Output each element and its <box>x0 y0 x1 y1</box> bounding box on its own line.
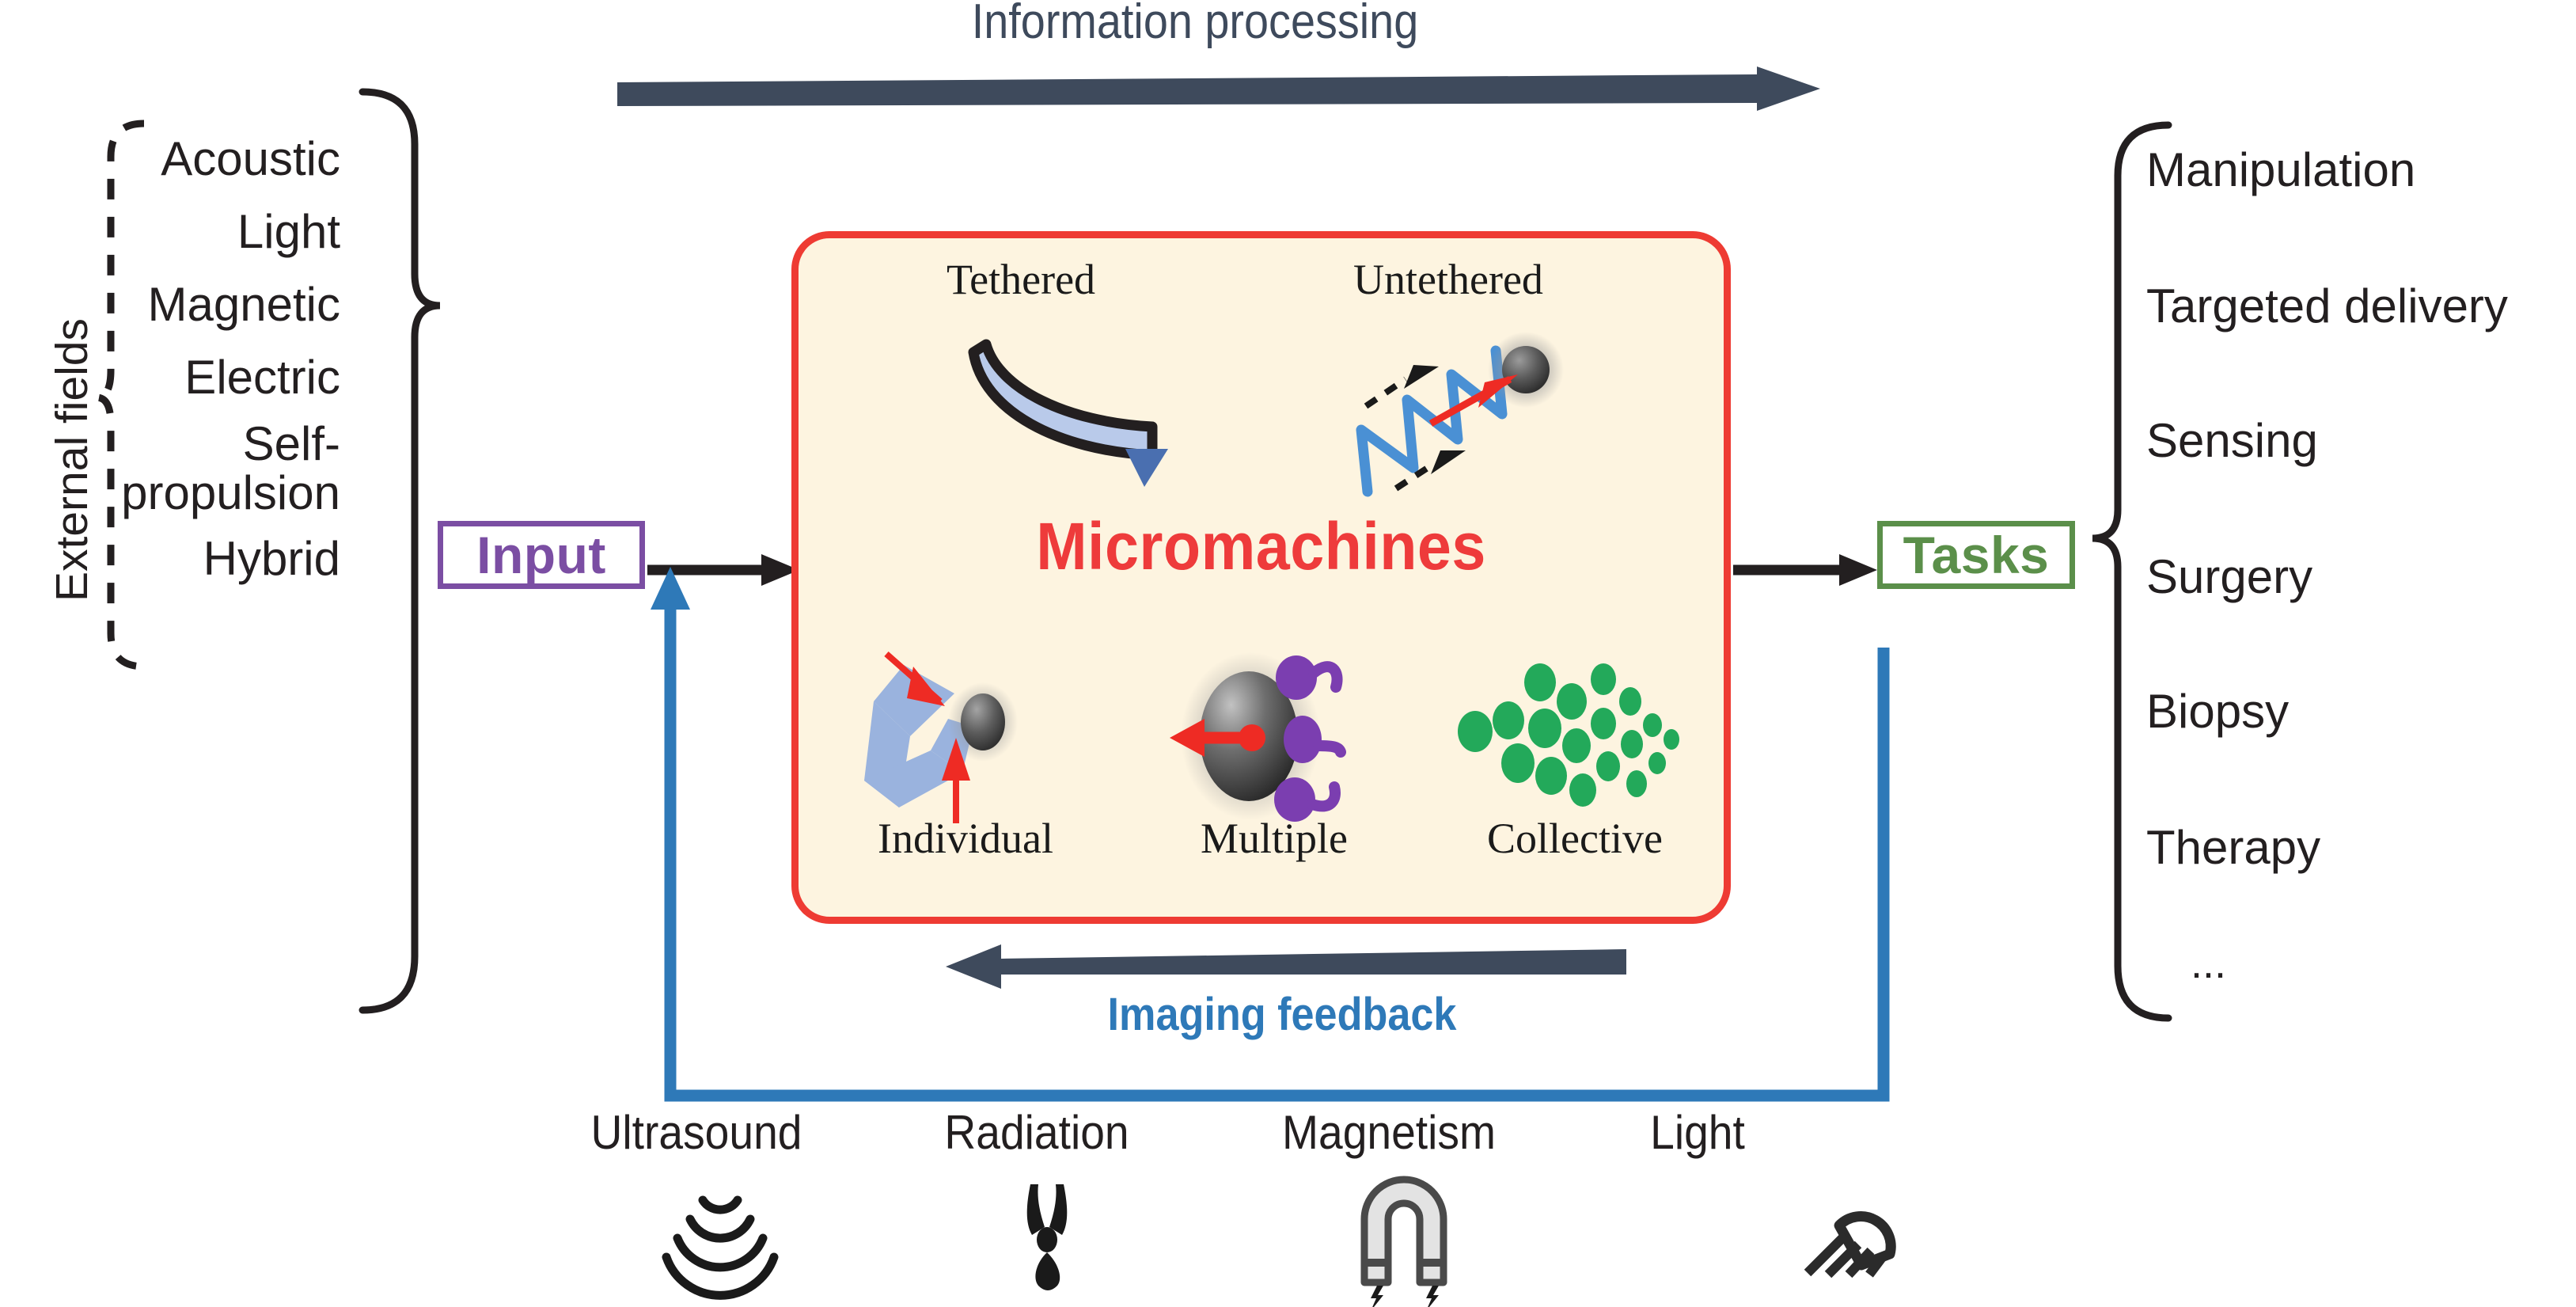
horseshoe-magnet-icon <box>1360 1176 1447 1307</box>
external-fields-caption-wrap: External fields <box>46 318 329 654</box>
task-item-biopsy: Biopsy <box>2146 685 2290 738</box>
input-node[interactable]: Input <box>438 521 645 589</box>
external-field-item-light: Light <box>237 205 340 258</box>
task-item-ellipsis: ... <box>2191 940 2227 987</box>
input-node-label: Input <box>476 526 606 584</box>
external-field-item-electric: Electric <box>184 351 340 404</box>
external-field-item-acoustic: Acoustic <box>161 132 340 185</box>
imaging-feedback-loop-path <box>651 567 1890 1102</box>
task-item-manipulation: Manipulation <box>2146 143 2416 196</box>
ultrasound-waves-icon <box>662 1195 779 1300</box>
task-item-surgery: Surgery <box>2146 550 2313 603</box>
figure-canvas: Information processing External fields A… <box>0 0 2576 1307</box>
task-item-targeted-delivery: Targeted delivery <box>2146 279 2508 332</box>
task-item-therapy: Therapy <box>2146 821 2321 874</box>
modality-label-magnetism: Magnetism <box>1282 1106 1496 1159</box>
modality-label-radiation: Radiation <box>944 1106 1129 1159</box>
radiation-trefoil-icon <box>1026 1184 1068 1290</box>
external-fields-bracket <box>359 88 441 1014</box>
tethered-filament-icon <box>968 339 1168 487</box>
modality-label-light: Light <box>1650 1106 1745 1159</box>
external-field-item-hybrid: Hybrid <box>203 532 340 585</box>
external-field-item-magnetic: Magnetic <box>147 278 340 331</box>
lamp-rays-icon <box>1804 1211 1896 1279</box>
center-caption-tethered: Tethered <box>946 256 1096 303</box>
tasks-node-label: Tasks <box>1903 526 2050 584</box>
task-item-sensing: Sensing <box>2146 414 2318 467</box>
modality-label-ultrasound: Ultrasound <box>590 1106 802 1159</box>
information-processing-arrow <box>617 66 1820 111</box>
information-processing-label: Information processing <box>971 0 1419 49</box>
center-caption-untethered: Untethered <box>1353 256 1543 303</box>
external-field-item-self-propulsion: Self- propulsion <box>121 417 340 520</box>
helical-swimmer-icon <box>1356 332 1564 497</box>
information-processing-label-wrap: Information processing <box>918 0 1472 50</box>
